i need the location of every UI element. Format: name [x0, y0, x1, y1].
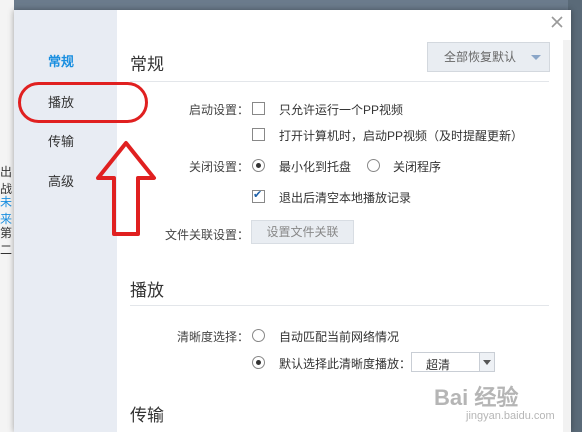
annotation-arrow-icon [96, 141, 156, 236]
autostart-label: 打开计算机时，启动PP视频（及时提醒更新） [279, 129, 524, 143]
autostart-checkbox[interactable] [252, 128, 265, 141]
settings-content: 常规 全部恢复默认 启动设置： 只允许运行一个PP视频 打开计算机时，启动PP视… [117, 10, 571, 432]
sidebar-item-general[interactable]: 常规 [48, 51, 74, 70]
background-text: 第二 [0, 226, 13, 257]
exit-program-label: 关闭程序 [393, 160, 442, 174]
watermark-logo: Bai 经验 [434, 385, 519, 410]
section-divider [130, 305, 549, 306]
scrollbar[interactable] [563, 40, 571, 432]
clarity-label: 清晰度选择： [176, 330, 249, 344]
sidebar-item-transfer[interactable]: 传输 [48, 131, 74, 150]
watermark-url: jingyan.baidu.com [466, 410, 555, 422]
clear-history-checkbox[interactable] [252, 188, 265, 203]
auto-clarity-label: 自动匹配当前网络情况 [279, 330, 400, 344]
reset-all-button[interactable]: 全部恢复默认 [427, 42, 550, 72]
auto-clarity-radio[interactable] [252, 329, 265, 342]
close-settings-label: 关闭设置： [188, 160, 249, 174]
clear-history-label: 退出后清空本地播放记录 [279, 191, 412, 205]
chevron-down-icon [531, 55, 541, 60]
annotation-circle [18, 82, 148, 123]
file-association-label: 文件关联设置： [164, 228, 249, 242]
background-text: 未来 [0, 195, 13, 226]
reset-all-label: 全部恢复默认 [444, 50, 517, 64]
file-association-button[interactable]: 设置文件关联 [251, 220, 354, 244]
background-page: 出战 未来 第二 [0, 0, 14, 432]
sidebar-item-advanced[interactable]: 高级 [48, 171, 74, 190]
single-instance-label: 只允许运行一个PP视频 [279, 103, 404, 117]
minimize-to-tray-label: 最小化到托盘 [279, 160, 352, 174]
default-clarity-label: 默认选择此清晰度播放： [279, 357, 412, 371]
section-title-playback: 播放 [130, 281, 164, 300]
chevron-down-icon [479, 353, 494, 371]
clarity-select[interactable]: 超清 [411, 352, 495, 372]
default-clarity-radio[interactable] [252, 356, 265, 369]
single-instance-checkbox[interactable] [252, 102, 265, 115]
clarity-select-value: 超清 [426, 358, 451, 372]
startup-settings-label: 启动设置： [188, 103, 249, 117]
minimize-to-tray-radio[interactable] [252, 159, 265, 172]
background-text: 出战 [0, 165, 13, 196]
section-divider [130, 81, 549, 82]
exit-program-radio[interactable] [367, 159, 380, 172]
section-title-transfer: 传输 [130, 406, 164, 425]
section-title-general: 常规 [130, 55, 164, 74]
